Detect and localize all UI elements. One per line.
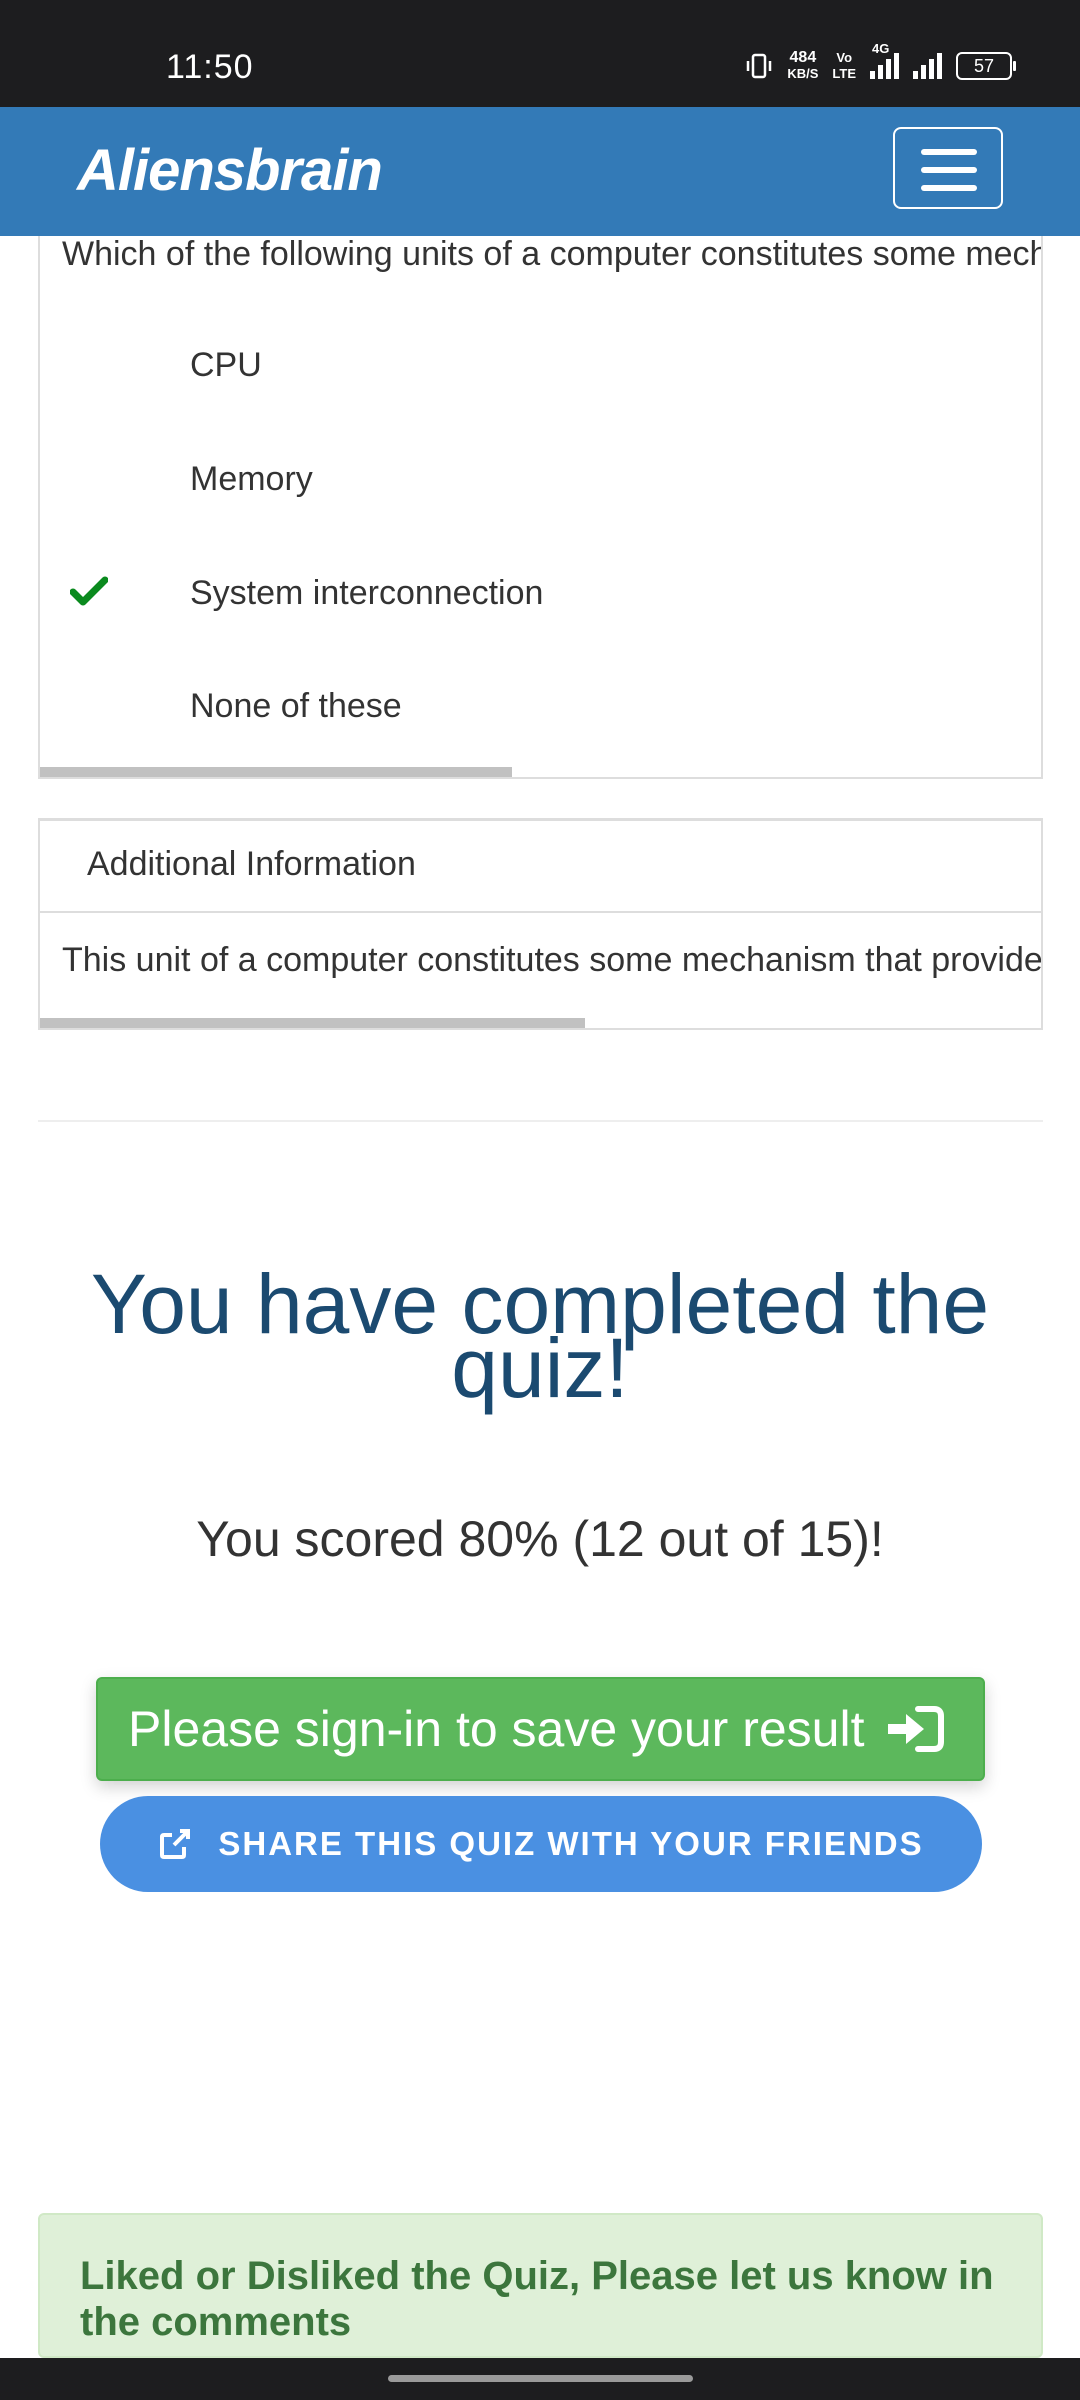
network-type: 4G <box>872 41 890 56</box>
volte-badge: Vo LTE <box>832 50 856 82</box>
check-icon <box>70 576 108 606</box>
net-speed-unit: KB/S <box>787 66 819 81</box>
answer-option-1: CPU <box>190 346 262 384</box>
horizontal-scrollbar[interactable] <box>40 1018 585 1028</box>
volte-top: Vo <box>836 50 853 65</box>
question-text: Which of the following units of a comput… <box>62 236 1043 273</box>
answer-option-3: System interconnection <box>190 574 544 612</box>
question-panel: Which of the following units of a comput… <box>38 236 1043 779</box>
feedback-text: Liked or Disliked the Quiz, Please let u… <box>80 2254 994 2344</box>
signal-bars-2-icon <box>913 53 942 79</box>
answer-option-4: None of these <box>190 687 402 725</box>
additional-info-header: Additional Information <box>40 821 1041 913</box>
sign-in-label: Please sign-in to save your result <box>128 1701 865 1757</box>
horizontal-scrollbar[interactable] <box>40 767 512 777</box>
volte-bottom: LTE <box>832 66 856 81</box>
signal-bars-1-icon <box>870 53 899 79</box>
sign-in-save-result-button[interactable]: Please sign-in to save your result <box>96 1677 985 1781</box>
status-bar: 11:50 484 KB/S Vo LTE 4G 57 <box>0 0 1080 107</box>
additional-info-panel: Additional Information This unit of a co… <box>38 818 1043 1030</box>
signal-4g: 4G <box>870 41 899 79</box>
hamburger-menu-icon[interactable] <box>893 127 1003 209</box>
answer-option-2: Memory <box>190 460 313 498</box>
divider <box>38 1120 1043 1122</box>
home-gesture-bar[interactable] <box>388 2375 693 2382</box>
system-nav-bar <box>0 2358 1080 2400</box>
quiz-completed-heading: You have completed the quiz! <box>90 1257 990 1415</box>
share-quiz-button[interactable]: SHARE THIS QUIZ WITH YOUR FRIENDS <box>100 1796 982 1892</box>
net-speed-value: 484 <box>789 49 817 66</box>
share-label: SHARE THIS QUIZ WITH YOUR FRIENDS <box>218 1825 924 1862</box>
battery-icon: 57 <box>956 52 1016 80</box>
vibrate-icon <box>747 53 772 79</box>
additional-info-text: This unit of a computer constitutes some… <box>62 941 1043 979</box>
sign-in-icon <box>888 1706 945 1752</box>
additional-info-heading: Additional Information <box>87 845 416 883</box>
status-time: 11:50 <box>166 48 254 86</box>
feedback-alert: Liked or Disliked the Quiz, Please let u… <box>38 2213 1043 2358</box>
status-icons: 484 KB/S Vo LTE 4G 57 <box>745 41 1016 82</box>
brand-logo[interactable]: Aliensbrain <box>77 137 383 204</box>
quiz-score: You scored 80% (12 out of 15)! <box>196 1511 884 1567</box>
net-speed: 484 KB/S <box>787 50 818 82</box>
navbar: Aliensbrain <box>0 107 1080 236</box>
share-icon <box>160 1829 191 1859</box>
